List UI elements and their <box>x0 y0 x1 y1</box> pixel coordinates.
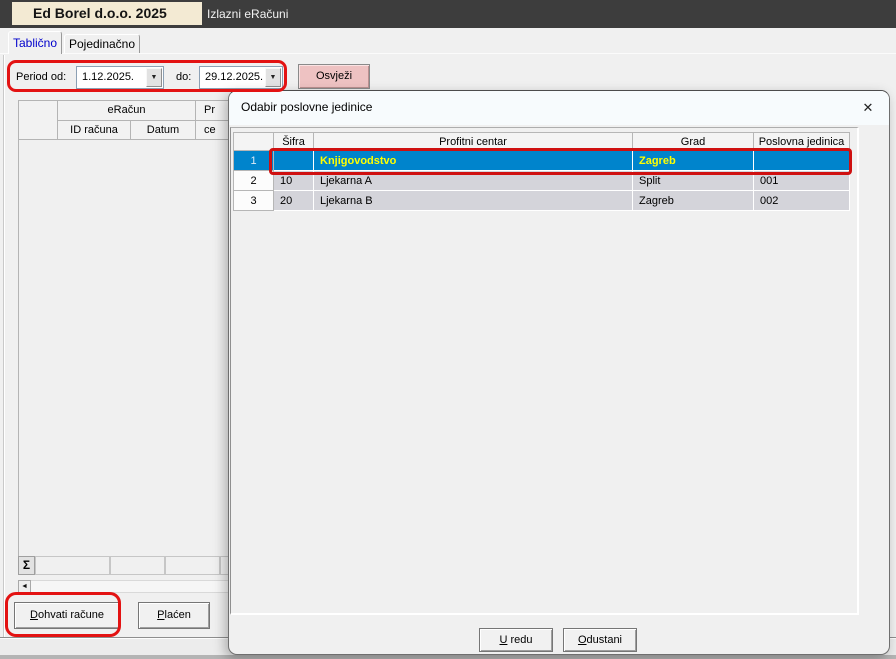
sum-sigma-cell: Σ <box>18 556 35 575</box>
paid-underline: P <box>157 609 164 621</box>
cancel-button[interactable]: Odustani <box>563 628 637 652</box>
dialog-title-bar: Odabir poslovne jedinice ✕ <box>229 91 889 125</box>
tab-strip-underline <box>0 53 896 54</box>
dialog-title: Odabir poslovne jedinice <box>241 100 372 114</box>
grid-selector-header <box>18 100 58 140</box>
cell-profitni-centar[interactable]: Knjigovodstvo <box>314 151 633 171</box>
period-to-select[interactable]: 29.12.2025. ▼ <box>199 66 283 89</box>
table-row[interactable]: 3 20 Ljekarna B Zagreb 002 <box>234 191 850 211</box>
sum-cell <box>110 556 165 575</box>
header-poslovna-jedinica[interactable]: Poslovna jedinica <box>754 133 850 151</box>
fetch-rest: ohvati račune <box>38 609 104 621</box>
horizontal-scrollbar[interactable] <box>31 580 230 593</box>
business-unit-dialog: Odabir poslovne jedinice ✕ Šifra Profitn… <box>228 90 890 655</box>
cell-poslovna-jedinica[interactable] <box>754 151 850 171</box>
cell-sifra[interactable]: 10 <box>274 171 314 191</box>
grid-col-id-racuna: ID računa <box>57 120 131 140</box>
header-grad[interactable]: Grad <box>633 133 754 151</box>
header-profitni-centar[interactable]: Profitni centar <box>314 133 633 151</box>
fetch-invoices-button[interactable]: Dohvati račune <box>14 602 120 629</box>
table-row[interactable]: 2 10 Ljekarna A Split 001 <box>234 171 850 191</box>
cell-profitni-centar[interactable]: Ljekarna B <box>314 191 633 211</box>
period-to-label: do: <box>176 71 191 83</box>
scroll-left-icon[interactable]: ◄ <box>18 580 31 593</box>
cell-grad[interactable]: Zagreb <box>633 191 754 211</box>
table-header-row: Šifra Profitni centar Grad Poslovna jedi… <box>234 133 850 151</box>
header-sifra[interactable]: Šifra <box>274 133 314 151</box>
window-bottom-edge <box>0 655 896 659</box>
grid-group-header-partial: Pr <box>195 100 230 121</box>
row-number-cell[interactable]: 3 <box>234 191 274 211</box>
grid-col-datum: Datum <box>130 120 196 140</box>
ok-button[interactable]: U redu <box>479 628 553 652</box>
fetch-underline: D <box>30 609 38 621</box>
close-icon[interactable]: ✕ <box>856 96 880 120</box>
tab-tablicno[interactable]: Tablično <box>8 31 62 54</box>
title-bar: Ed Borel d.o.o. 2025 Izlazni eRačuni <box>0 0 896 28</box>
cancel-underline: O <box>578 634 587 646</box>
sum-cell <box>165 556 220 575</box>
module-title: Izlazni eRačuni <box>207 7 288 21</box>
paid-rest: laćen <box>165 609 191 621</box>
chevron-down-icon[interactable]: ▼ <box>146 68 162 87</box>
chevron-down-icon[interactable]: ▼ <box>265 68 281 87</box>
cell-profitni-centar[interactable]: Ljekarna A <box>314 171 633 191</box>
header-rownum <box>234 133 274 151</box>
pane-left-edge-highlight <box>4 55 5 637</box>
business-unit-table: Šifra Profitni centar Grad Poslovna jedi… <box>233 132 850 211</box>
cell-sifra[interactable] <box>274 151 314 171</box>
cell-grad[interactable]: Zagreb <box>633 151 754 171</box>
cell-grad[interactable]: Split <box>633 171 754 191</box>
ok-rest: redu <box>507 634 532 646</box>
cell-poslovna-jedinica[interactable]: 002 <box>754 191 850 211</box>
cancel-rest: dustani <box>587 634 622 646</box>
row-number-cell[interactable]: 1 <box>234 151 274 171</box>
grid-group-header-eracun: eRačun <box>57 100 196 121</box>
sum-cell <box>35 556 110 575</box>
company-title: Ed Borel d.o.o. 2025 <box>12 2 202 25</box>
paid-button[interactable]: Plaćen <box>138 602 210 629</box>
period-from-label: Period od: <box>16 71 66 83</box>
table-row-selected[interactable]: 1 Knjigovodstvo Zagreb <box>234 151 850 171</box>
row-number-cell[interactable]: 2 <box>234 171 274 191</box>
grid-body-empty <box>18 139 230 556</box>
refresh-button[interactable]: Osvježi <box>298 64 370 89</box>
cell-sifra[interactable]: 20 <box>274 191 314 211</box>
period-from-select[interactable]: 1.12.2025. ▼ <box>76 66 164 89</box>
grid-col-partial: ce <box>195 120 230 140</box>
tab-pojedinacno[interactable]: Pojedinačno <box>64 34 140 53</box>
cell-poslovna-jedinica[interactable]: 001 <box>754 171 850 191</box>
app-window: Ed Borel d.o.o. 2025 Izlazni eRačuni Tab… <box>0 0 896 659</box>
